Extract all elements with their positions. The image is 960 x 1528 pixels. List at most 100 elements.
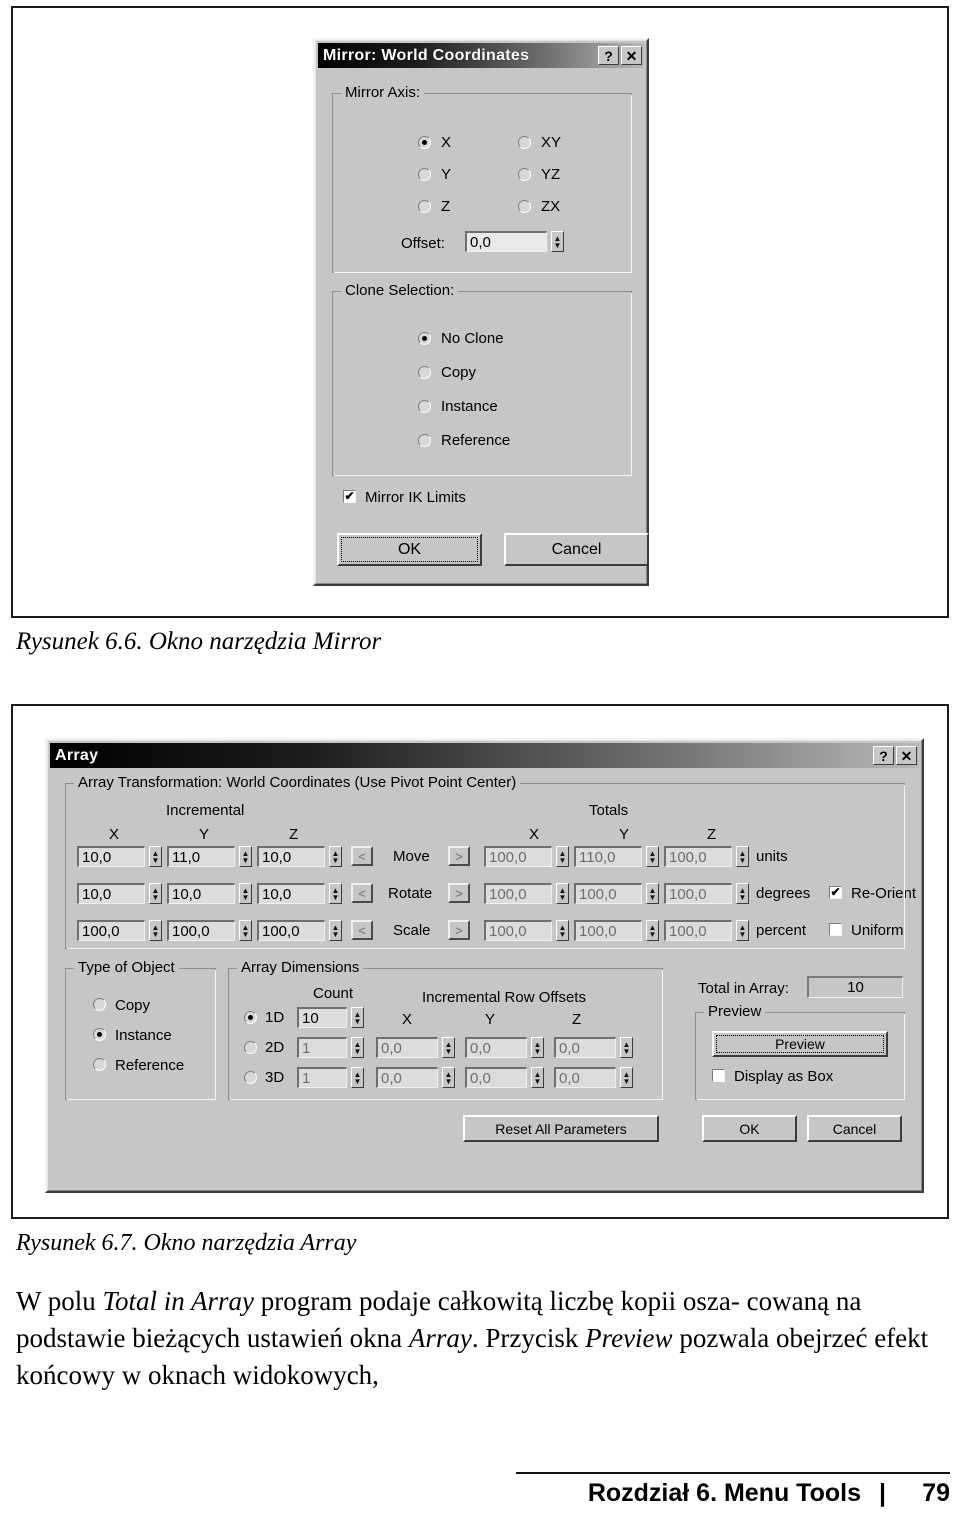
spinner-down-icon[interactable]: ▼ <box>152 930 160 938</box>
spinner-down-icon[interactable]: ▼ <box>649 930 657 938</box>
close-icon[interactable]: ✕ <box>896 746 917 765</box>
spinner-down-icon[interactable]: ▼ <box>739 856 747 864</box>
spinner-down-icon[interactable]: ▼ <box>332 856 340 864</box>
spinner-down-icon[interactable]: ▼ <box>649 893 657 901</box>
rotate-arrow-right-button[interactable]: > <box>448 883 470 903</box>
mirror-dialog[interactable]: Mirror: World Coordinates ? ✕ Mirror Axi… <box>313 38 649 586</box>
scale-incremental-y-spinner[interactable]: ▲ ▼ <box>239 920 252 941</box>
count-2d-input[interactable]: 1 <box>297 1037 347 1058</box>
scale-incremental-x[interactable]: 100,0 <box>77 920 145 941</box>
array-ok-button[interactable]: OK <box>702 1115 797 1142</box>
radio-type-instance[interactable] <box>93 1028 106 1041</box>
move-incremental-z[interactable]: 10,0 <box>257 846 325 867</box>
mirror-cancel-button[interactable]: Cancel <box>504 533 649 566</box>
scale-incremental-z[interactable]: 100,0 <box>257 920 325 941</box>
spinner-down-icon[interactable]: ▼ <box>554 241 562 249</box>
offset-spinner[interactable]: ▲ ▼ <box>551 231 564 252</box>
scale-total-y-spinner[interactable]: ▲ ▼ <box>646 920 659 941</box>
offset-3d-y-spinner[interactable]: ▲ ▼ <box>531 1067 544 1088</box>
rotate-incremental-y[interactable]: 10,0 <box>167 883 235 904</box>
move-total-y-spinner[interactable]: ▲ ▼ <box>646 846 659 867</box>
move-incremental-x[interactable]: 10,0 <box>77 846 145 867</box>
array-cancel-button[interactable]: Cancel <box>807 1115 902 1142</box>
array-dialog[interactable]: Array ? ✕ Array Transformation: World Co… <box>45 738 924 1193</box>
offset-2d-z-spinner[interactable]: ▲ ▼ <box>620 1037 633 1058</box>
radio-dimension-1d[interactable] <box>244 1011 257 1024</box>
mirror-titlebar[interactable]: Mirror: World Coordinates ? ✕ <box>318 43 644 68</box>
rotate-arrow-left-button[interactable]: < <box>351 883 373 903</box>
spinner-down-icon[interactable]: ▼ <box>739 930 747 938</box>
move-total-z-spinner[interactable]: ▲ ▼ <box>736 846 749 867</box>
spinner-down-icon[interactable]: ▼ <box>739 893 747 901</box>
offset-3d-z-input[interactable]: 0,0 <box>554 1067 616 1088</box>
rotate-total-x-spinner[interactable]: ▲ ▼ <box>556 883 569 904</box>
scale-total-z-spinner[interactable]: ▲ ▼ <box>736 920 749 941</box>
move-total-z[interactable]: 100,0 <box>664 846 732 867</box>
spinner-down-icon[interactable]: ▼ <box>445 1077 453 1085</box>
move-incremental-z-spinner[interactable]: ▲ ▼ <box>329 846 342 867</box>
radio-instance[interactable] <box>418 400 431 413</box>
checkbox-display-as-box[interactable] <box>712 1069 725 1082</box>
offset-3d-z-spinner[interactable]: ▲ ▼ <box>620 1067 633 1088</box>
count-2d-spinner[interactable]: ▲ ▼ <box>351 1037 364 1058</box>
radio-mirror-axis-x[interactable] <box>418 136 431 149</box>
spinner-down-icon[interactable]: ▼ <box>534 1047 542 1055</box>
radio-mirror-axis-z[interactable] <box>418 200 431 213</box>
close-icon[interactable]: ✕ <box>621 46 642 65</box>
offset-2d-y-spinner[interactable]: ▲ ▼ <box>531 1037 544 1058</box>
rotate-total-z-spinner[interactable]: ▲ ▼ <box>736 883 749 904</box>
radio-dimension-2d[interactable] <box>244 1041 257 1054</box>
scale-arrow-right-button[interactable]: > <box>448 920 470 940</box>
spinner-down-icon[interactable]: ▼ <box>534 1077 542 1085</box>
radio-mirror-axis-xy[interactable] <box>518 136 531 149</box>
move-arrow-left-button[interactable]: < <box>351 846 373 866</box>
help-icon[interactable]: ? <box>598 46 619 65</box>
radio-mirror-axis-zx[interactable] <box>518 200 531 213</box>
offset-2d-z-input[interactable]: 0,0 <box>554 1037 616 1058</box>
radio-mirror-axis-yz[interactable] <box>518 168 531 181</box>
radio-dimension-3d[interactable] <box>244 1071 257 1084</box>
spinner-down-icon[interactable]: ▼ <box>152 893 160 901</box>
count-3d-input[interactable]: 1 <box>297 1067 347 1088</box>
reset-all-parameters-button[interactable]: Reset All Parameters <box>463 1115 659 1142</box>
checkbox-re-orient[interactable]: ✔ <box>829 886 842 899</box>
spinner-down-icon[interactable]: ▼ <box>242 893 250 901</box>
move-incremental-x-spinner[interactable]: ▲ ▼ <box>149 846 162 867</box>
spinner-down-icon[interactable]: ▼ <box>559 893 567 901</box>
offset-3d-y-input[interactable]: 0,0 <box>465 1067 527 1088</box>
help-icon[interactable]: ? <box>873 746 894 765</box>
offset-3d-x-spinner[interactable]: ▲ ▼ <box>442 1067 455 1088</box>
scale-total-z[interactable]: 100,0 <box>664 920 732 941</box>
count-1d-input[interactable]: 10 <box>297 1007 347 1028</box>
spinner-down-icon[interactable]: ▼ <box>559 930 567 938</box>
offset-3d-x-input[interactable]: 0,0 <box>376 1067 438 1088</box>
offset-input[interactable]: 0,0 <box>465 231 547 252</box>
scale-incremental-z-spinner[interactable]: ▲ ▼ <box>329 920 342 941</box>
rotate-incremental-x-spinner[interactable]: ▲ ▼ <box>149 883 162 904</box>
count-1d-spinner[interactable]: ▲ ▼ <box>351 1007 364 1028</box>
radio-mirror-axis-y[interactable] <box>418 168 431 181</box>
spinner-down-icon[interactable]: ▼ <box>445 1047 453 1055</box>
spinner-down-icon[interactable]: ▼ <box>242 856 250 864</box>
offset-2d-x-spinner[interactable]: ▲ ▼ <box>442 1037 455 1058</box>
radio-type-reference[interactable] <box>93 1058 106 1071</box>
radio-no-clone[interactable] <box>418 332 431 345</box>
radio-copy[interactable] <box>418 366 431 379</box>
offset-2d-y-input[interactable]: 0,0 <box>465 1037 527 1058</box>
spinner-down-icon[interactable]: ▼ <box>354 1017 362 1025</box>
count-3d-spinner[interactable]: ▲ ▼ <box>351 1067 364 1088</box>
rotate-total-y[interactable]: 100,0 <box>574 883 642 904</box>
spinner-down-icon[interactable]: ▼ <box>242 930 250 938</box>
offset-2d-x-input[interactable]: 0,0 <box>376 1037 438 1058</box>
move-total-x[interactable]: 100,0 <box>484 846 552 867</box>
radio-type-copy[interactable] <box>93 998 106 1011</box>
rotate-incremental-z-spinner[interactable]: ▲ ▼ <box>329 883 342 904</box>
spinner-down-icon[interactable]: ▼ <box>649 856 657 864</box>
array-titlebar[interactable]: Array ? ✕ <box>50 743 919 768</box>
checkbox-mirror-ik-limits[interactable]: ✔ <box>343 490 356 503</box>
rotate-incremental-x[interactable]: 10,0 <box>77 883 145 904</box>
spinner-down-icon[interactable]: ▼ <box>623 1047 631 1055</box>
spinner-down-icon[interactable]: ▼ <box>332 930 340 938</box>
rotate-incremental-y-spinner[interactable]: ▲ ▼ <box>239 883 252 904</box>
move-arrow-right-button[interactable]: > <box>448 846 470 866</box>
